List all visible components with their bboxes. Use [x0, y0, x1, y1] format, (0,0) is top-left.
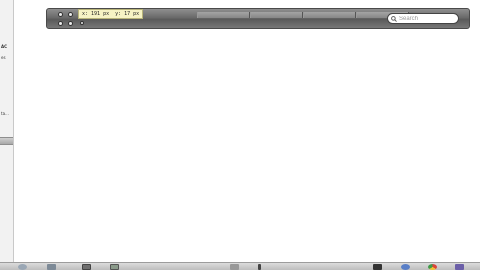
chrome-icon[interactable] — [428, 264, 437, 270]
coordinate-readout: x: 191 px y: 17 px — [78, 9, 144, 19]
close-button[interactable] — [58, 12, 63, 17]
dock — [0, 262, 480, 270]
floating-toolbar: x: 191 px y: 17 px — [46, 8, 470, 29]
folder-icon[interactable] — [47, 264, 56, 270]
search-input[interactable] — [397, 15, 457, 22]
sidebar-text-3: ta... — [1, 111, 9, 116]
terminal-icon[interactable] — [373, 264, 382, 270]
rotate-handle[interactable] — [68, 21, 73, 26]
toolbar-segments — [197, 12, 409, 18]
globe-icon[interactable] — [401, 264, 410, 270]
pen-icon[interactable] — [258, 264, 261, 270]
zoom-button[interactable] — [58, 21, 63, 26]
sidebar-scroll-handle[interactable] — [0, 137, 13, 145]
y-coordinate: y: 17 px — [115, 11, 140, 17]
left-sidebar: AC es ta... — [0, 0, 14, 262]
sidebar-text-2: es — [1, 55, 6, 60]
trash-icon[interactable] — [230, 264, 239, 270]
monitor-icon[interactable] — [82, 264, 91, 270]
toolbar-segment[interactable] — [197, 12, 250, 18]
minimize-button[interactable] — [68, 12, 73, 17]
search-field[interactable] — [387, 13, 459, 24]
grid-icon[interactable] — [110, 264, 119, 270]
x-coordinate: x: 191 px — [82, 11, 110, 17]
lightning-icon[interactable] — [455, 264, 464, 270]
sidebar-text-1: AC — [1, 44, 8, 49]
toolbar-segment[interactable] — [303, 12, 356, 18]
screen: AC es ta... x: 191 px y: 17 px — [0, 0, 480, 270]
finder-icon[interactable] — [18, 264, 27, 270]
resize-handle[interactable] — [80, 21, 84, 25]
toolbar-segment[interactable] — [250, 12, 303, 18]
